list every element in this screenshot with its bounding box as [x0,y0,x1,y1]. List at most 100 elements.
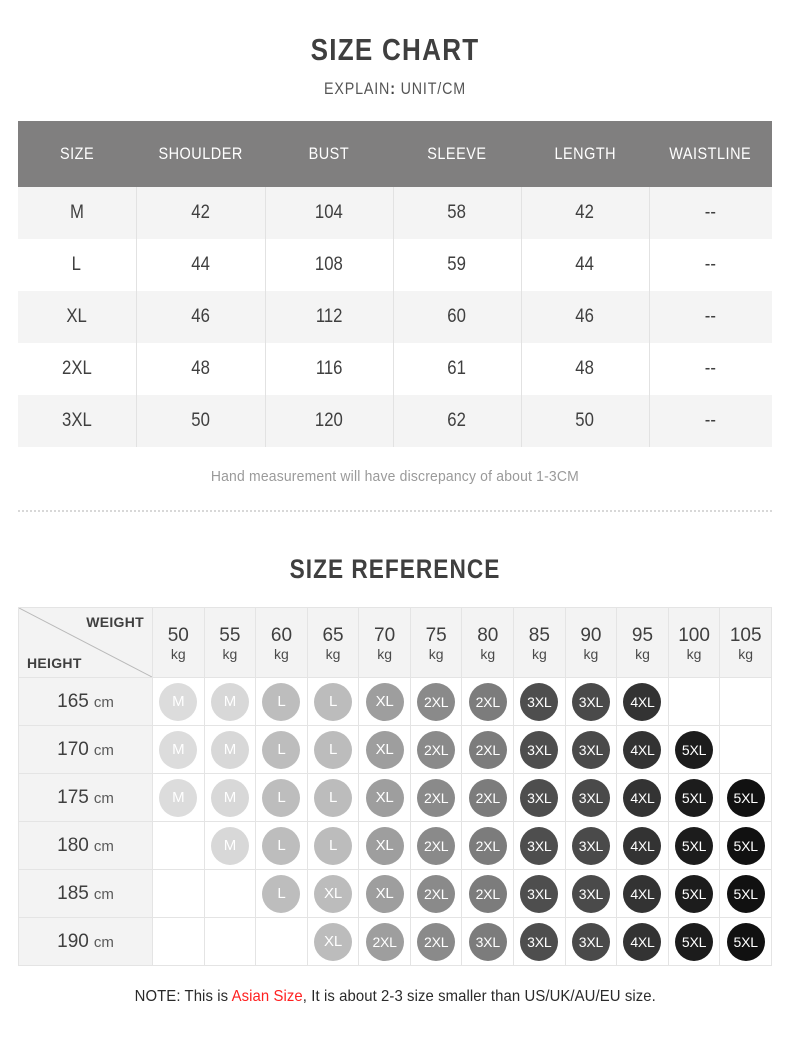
size-cell: 4XL [616,677,669,726]
size-cell: L [255,725,308,774]
weight-header-80: 80 kg [461,607,515,678]
weight-header-65: 65 kg [306,607,360,678]
size-bubble: 2XL [417,922,456,961]
size-cell: 2XL [461,725,515,774]
size-cell: 2XL [461,821,515,870]
size-bubble: 4XL [623,874,662,913]
size-cell: L [255,773,308,822]
size-cell: M [152,725,205,774]
size-bubble: 3XL [571,826,610,865]
size-cell: 3XL [564,725,618,774]
size-cell: 2XL [358,917,411,966]
table-row: M 42 104 58 42 -- [18,187,772,239]
corner-axis-cell: WEIGHT HEIGHT [18,607,153,678]
empty-cell [203,917,257,966]
size-cell: 2XL [409,869,463,918]
size-cell: XL [306,869,360,918]
height-unit: cm [93,885,114,903]
cell-length: 46 [520,291,650,343]
reference-row: 175 cm M M L L XL 2XL 2XL 3XL 3XL 4XL 5XL 5XL [18,773,772,822]
size-bubble: L [314,730,353,769]
size-cell: L [306,677,360,726]
cell-shoulder: 50 [135,395,266,447]
axis-label-weight: WEIGHT [86,614,144,630]
size-cell: 3XL [513,869,566,918]
size-cell: M [203,773,257,822]
size-bubble: 2XL [417,778,456,817]
size-bubble: M [210,826,249,865]
size-cell: 5XL [719,773,772,822]
size-chart-tbody: M 42 104 58 42 -- L 44 108 59 44 -- XL 4… [18,187,772,447]
size-bubble: 3XL [571,874,610,913]
size-cell: XL [358,869,411,918]
size-cell: L [306,821,360,870]
size-bubble: 3XL [520,682,559,721]
size-reference-title: SIZE REFERENCE [289,554,501,584]
weight-header-105: 105 kg [719,607,772,678]
weight-header-70: 70 kg [358,607,411,678]
empty-cell [719,725,772,774]
size-cell: 2XL [409,773,463,822]
cell-size: L [18,239,137,291]
height-label-185: 185 cm [18,869,153,918]
size-cell: 4XL [616,869,669,918]
table-row: L 44 108 59 44 -- [18,239,772,291]
size-chart-table-wrap: SIZE SHOULDER BUST SLEEVE LENGTH WAISTLI… [0,121,790,447]
cell-bust: 104 [264,187,394,239]
cell-shoulder: 42 [135,187,266,239]
cell-bust: 120 [264,395,394,447]
size-bubble: 2XL [468,682,507,721]
cell-shoulder: 44 [135,239,266,291]
size-cell: L [255,869,308,918]
weight-header-50: 50 kg [152,607,205,678]
size-bubble: 2XL [468,778,507,817]
table-row: XL 46 112 60 46 -- [18,291,772,343]
axis-label-height: HEIGHT [27,655,82,671]
size-bubble: L [262,826,301,865]
size-cell: 3XL [513,773,566,822]
size-bubble: 5XL [726,778,765,817]
size-bubble: L [314,826,353,865]
cell-sleeve: 61 [392,343,522,395]
cell-bust: 108 [264,239,394,291]
explain-label: EXPLAIN [323,79,391,98]
size-cell: 2XL [409,821,463,870]
size-chart-thead: SIZE SHOULDER BUST SLEEVE LENGTH WAISTLI… [18,121,772,187]
size-bubble: 4XL [623,826,662,865]
size-bubble: 2XL [365,922,404,961]
table-row: 3XL 50 120 62 50 -- [18,395,772,447]
empty-cell [152,917,205,966]
size-cell: M [203,677,257,726]
size-cell: 4XL [616,773,669,822]
col-header-bust: BUST [265,121,393,187]
explain-colon: : [390,79,396,98]
size-bubble: XL [314,922,353,961]
size-cell: 4XL [616,821,669,870]
col-header-sleeve: SLEEVE [393,121,521,187]
size-bubble: 3XL [520,922,559,961]
size-cell: L [306,725,360,774]
weight-header-100: 100 kg [667,607,721,678]
size-cell: 3XL [564,821,618,870]
weight-header-90: 90 kg [564,607,618,678]
size-bubble: 3XL [571,682,610,721]
size-chart-header-row: SIZE SHOULDER BUST SLEEVE LENGTH WAISTLI… [18,121,772,187]
size-bubble: L [262,730,301,769]
note-prefix: NOTE: This is [134,988,232,1005]
cell-bust: 116 [264,343,394,395]
size-cell: 3XL [564,869,618,918]
size-cell: M [203,725,257,774]
size-bubble: 3XL [520,778,559,817]
size-bubble: 4XL [623,682,662,721]
size-bubble: 3XL [520,826,559,865]
size-cell: 3XL [564,677,618,726]
size-bubble: 5XL [726,826,765,865]
height-unit: cm [93,693,114,711]
asian-size-note: NOTE: This is Asian Size, It is about 2-… [0,988,790,1006]
size-cell: 3XL [513,917,566,966]
size-bubble: 3XL [520,730,559,769]
height-label-175: 175 cm [18,773,153,822]
empty-cell [719,677,772,726]
size-bubble: 5XL [675,730,714,769]
cell-bust: 112 [264,291,394,343]
